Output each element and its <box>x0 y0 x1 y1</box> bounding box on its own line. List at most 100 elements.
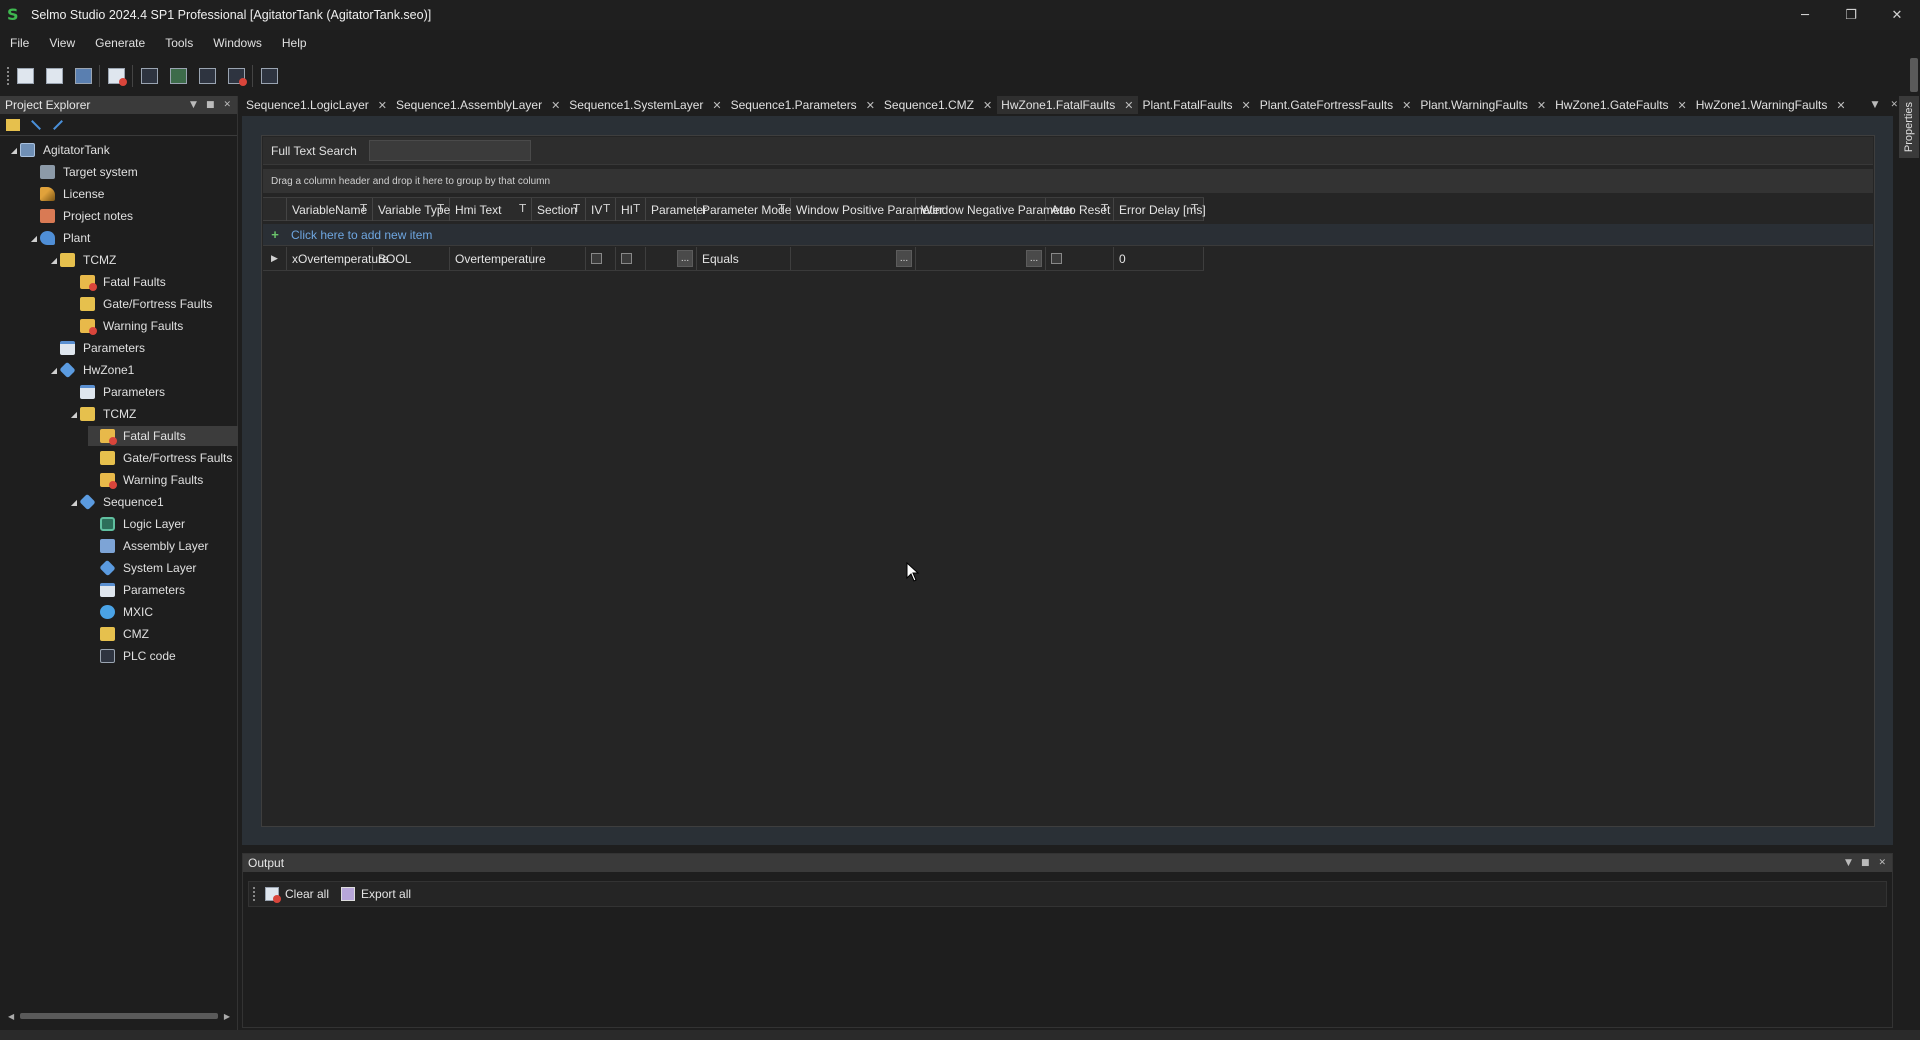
group-by-panel[interactable]: Drag a column header and drop it here to… <box>263 169 1873 193</box>
plc-code-button[interactable] <box>197 66 217 86</box>
tab-plant-fatalfaults[interactable]: Plant.FatalFaults ✕ <box>1138 96 1255 114</box>
row-selector-arrow-icon[interactable]: ▶ <box>263 247 287 270</box>
explorer-horizontal-scrollbar[interactable]: ◀ ▶ <box>8 1012 230 1021</box>
tab-list-dropdown-icon[interactable]: ▼ <box>1872 100 1879 110</box>
filter-icon[interactable]: T <box>1101 202 1108 215</box>
tab-close-icon[interactable]: ✕ <box>1678 99 1687 112</box>
tree-item-fatal-faults[interactable]: Fatal Faults <box>68 272 166 292</box>
tree-item-target-system[interactable]: Target system <box>28 162 138 182</box>
tree-item-agitatortank[interactable]: ◢ AgitatorTank <box>8 140 110 160</box>
cell-hmitext[interactable]: Overtemperature <box>450 247 546 270</box>
tree-item-gate-fortress-faults[interactable]: Gate/Fortress Faults <box>68 294 212 314</box>
tree-item-system-layer[interactable]: System Layer <box>88 558 196 578</box>
toolbar-grip[interactable] <box>7 67 9 85</box>
tree-item-assembly-layer[interactable]: Assembly Layer <box>88 536 208 556</box>
clear-all-button[interactable]: Clear all <box>265 887 329 903</box>
tab-close-icon[interactable]: ✕ <box>1124 99 1133 112</box>
tree-item-sequence1[interactable]: ◢ Sequence1 <box>68 492 164 512</box>
collapse-arrow-icon[interactable]: ◢ <box>8 146 20 155</box>
monitor-button[interactable] <box>259 66 279 86</box>
dropdown-icon[interactable]: ▼ <box>1845 858 1852 868</box>
filter-icon[interactable]: T <box>437 202 444 215</box>
tree-item-mxic[interactable]: MXIC <box>88 602 153 622</box>
column-header-window-negative-parameter[interactable]: Window Negative Parameter <box>916 198 1074 221</box>
tree-item-project-notes[interactable]: Project notes <box>28 206 133 226</box>
expand-all-icon[interactable] <box>53 119 63 130</box>
tab-hwzone1-warningfaults[interactable]: HwZone1.WarningFaults ✕ <box>1692 96 1851 114</box>
close-icon[interactable]: ✕ <box>1878 858 1886 868</box>
tree-item-warning-faults[interactable]: Warning Faults <box>88 470 203 490</box>
checkbox[interactable] <box>1051 253 1062 264</box>
restore-button[interactable]: ❐ <box>1828 0 1874 30</box>
menu-tools[interactable]: Tools <box>155 36 203 50</box>
tab-sequence1-assemblylayer[interactable]: Sequence1.AssemblyLayer ✕ <box>392 96 565 114</box>
tree-item-hwzone1[interactable]: ◢ HwZone1 <box>48 360 134 380</box>
close-icon[interactable]: ✕ <box>223 100 231 110</box>
scroll-left-icon[interactable]: ◀ <box>8 1012 14 1021</box>
column-header-parameter-mode[interactable]: Parameter Mode T <box>697 198 791 221</box>
tab-hwzone1-fatalfaults[interactable]: HwZone1.FatalFaults ✕ <box>997 96 1139 114</box>
pin-icon[interactable]: ■ <box>1861 858 1870 868</box>
menu-file[interactable]: File <box>0 36 39 50</box>
collapse-arrow-icon[interactable]: ◢ <box>68 410 80 419</box>
save-button[interactable] <box>73 66 93 86</box>
cell-variablename[interactable]: xOvertemperature <box>287 247 389 270</box>
tree-item-plc-code[interactable]: PLC code <box>88 646 176 666</box>
tab-hwzone1-gatefaults[interactable]: HwZone1.GateFaults ✕ <box>1551 96 1692 114</box>
column-header-parameter[interactable]: Parameter <box>646 198 707 221</box>
cell-variabletype[interactable]: BOOL <box>373 247 450 270</box>
cell-errordelay[interactable]: 0 <box>1114 247 1204 270</box>
generate-button[interactable] <box>168 66 188 86</box>
collapse-arrow-icon[interactable]: ◢ <box>48 256 60 265</box>
tab-close-icon[interactable]: ✕ <box>866 99 875 112</box>
filter-icon[interactable]: T <box>360 202 367 215</box>
column-header-iv[interactable]: IV T <box>586 198 616 221</box>
tree-item-parameters[interactable]: Parameters <box>48 338 145 358</box>
tab-sequence1-logiclayer[interactable]: Sequence1.LogicLayer ✕ <box>242 96 392 114</box>
collapse-arrow-icon[interactable]: ◢ <box>68 498 80 507</box>
cell-windowpositive[interactable]: ... <box>791 247 916 270</box>
menu-help[interactable]: Help <box>272 36 317 50</box>
filter-icon[interactable]: T <box>778 202 785 215</box>
target-system-button[interactable] <box>139 66 159 86</box>
cell-section[interactable] <box>532 247 586 270</box>
column-header-error-delay-ms-[interactable]: Error Delay [ms] T <box>1114 198 1206 221</box>
cell-hi[interactable] <box>616 247 646 270</box>
tab-close-icon[interactable]: ✕ <box>712 99 721 112</box>
tree-item-gate-fortress-faults[interactable]: Gate/Fortress Faults <box>88 448 232 468</box>
column-header-window-positive-parameter[interactable]: Window Positive Parameter <box>791 198 943 221</box>
collapse-all-icon[interactable] <box>31 119 41 130</box>
dropdown-icon[interactable]: ▼ <box>190 100 197 110</box>
minimize-button[interactable]: ─ <box>1782 0 1828 30</box>
tree-item-tcmz[interactable]: ◢ TCMZ <box>48 250 116 270</box>
collapse-arrow-icon[interactable]: ◢ <box>28 234 40 243</box>
tab-sequence1-parameters[interactable]: Sequence1.Parameters ✕ <box>727 96 880 114</box>
tree-item-logic-layer[interactable]: Logic Layer <box>88 514 185 534</box>
tab-plant-warningfaults[interactable]: Plant.WarningFaults ✕ <box>1416 96 1551 114</box>
tree-item-warning-faults[interactable]: Warning Faults <box>68 316 183 336</box>
cell-windownegative[interactable]: ... <box>916 247 1046 270</box>
full-text-search-input[interactable] <box>368 140 531 161</box>
tree-item-tcmz[interactable]: ◢ TCMZ <box>68 404 136 424</box>
filter-icon[interactable]: T <box>633 202 640 215</box>
export-all-button[interactable]: Export all <box>341 887 411 901</box>
cell-iv[interactable] <box>586 247 616 270</box>
tab-close-icon[interactable]: ✕ <box>1537 99 1546 112</box>
close-project-button[interactable] <box>106 66 127 86</box>
checkbox[interactable] <box>621 253 632 264</box>
menu-generate[interactable]: Generate <box>85 36 155 50</box>
collapse-arrow-icon[interactable]: ◢ <box>48 366 60 375</box>
cell-parameter[interactable]: ... <box>646 247 697 270</box>
tab-sequence1-cmz[interactable]: Sequence1.CMZ ✕ <box>880 96 997 114</box>
filter-icon[interactable]: T <box>603 202 610 215</box>
tree-item-plant[interactable]: ◢ Plant <box>28 228 90 248</box>
tab-close-icon[interactable]: ✕ <box>1241 99 1250 112</box>
tab-close-icon[interactable]: ✕ <box>378 99 387 112</box>
cell-parametermode[interactable]: Equals <box>697 247 791 270</box>
plc-code-delete-button[interactable] <box>226 66 247 86</box>
column-header-section[interactable]: Section T <box>532 198 586 221</box>
ellipsis-button[interactable]: ... <box>896 250 912 267</box>
tree-item-parameters[interactable]: Parameters <box>68 382 165 402</box>
add-new-item-row[interactable]: + Click here to add new item <box>263 224 1873 246</box>
tab-plant-gatefortressfaults[interactable]: Plant.GateFortressFaults ✕ <box>1256 96 1417 114</box>
